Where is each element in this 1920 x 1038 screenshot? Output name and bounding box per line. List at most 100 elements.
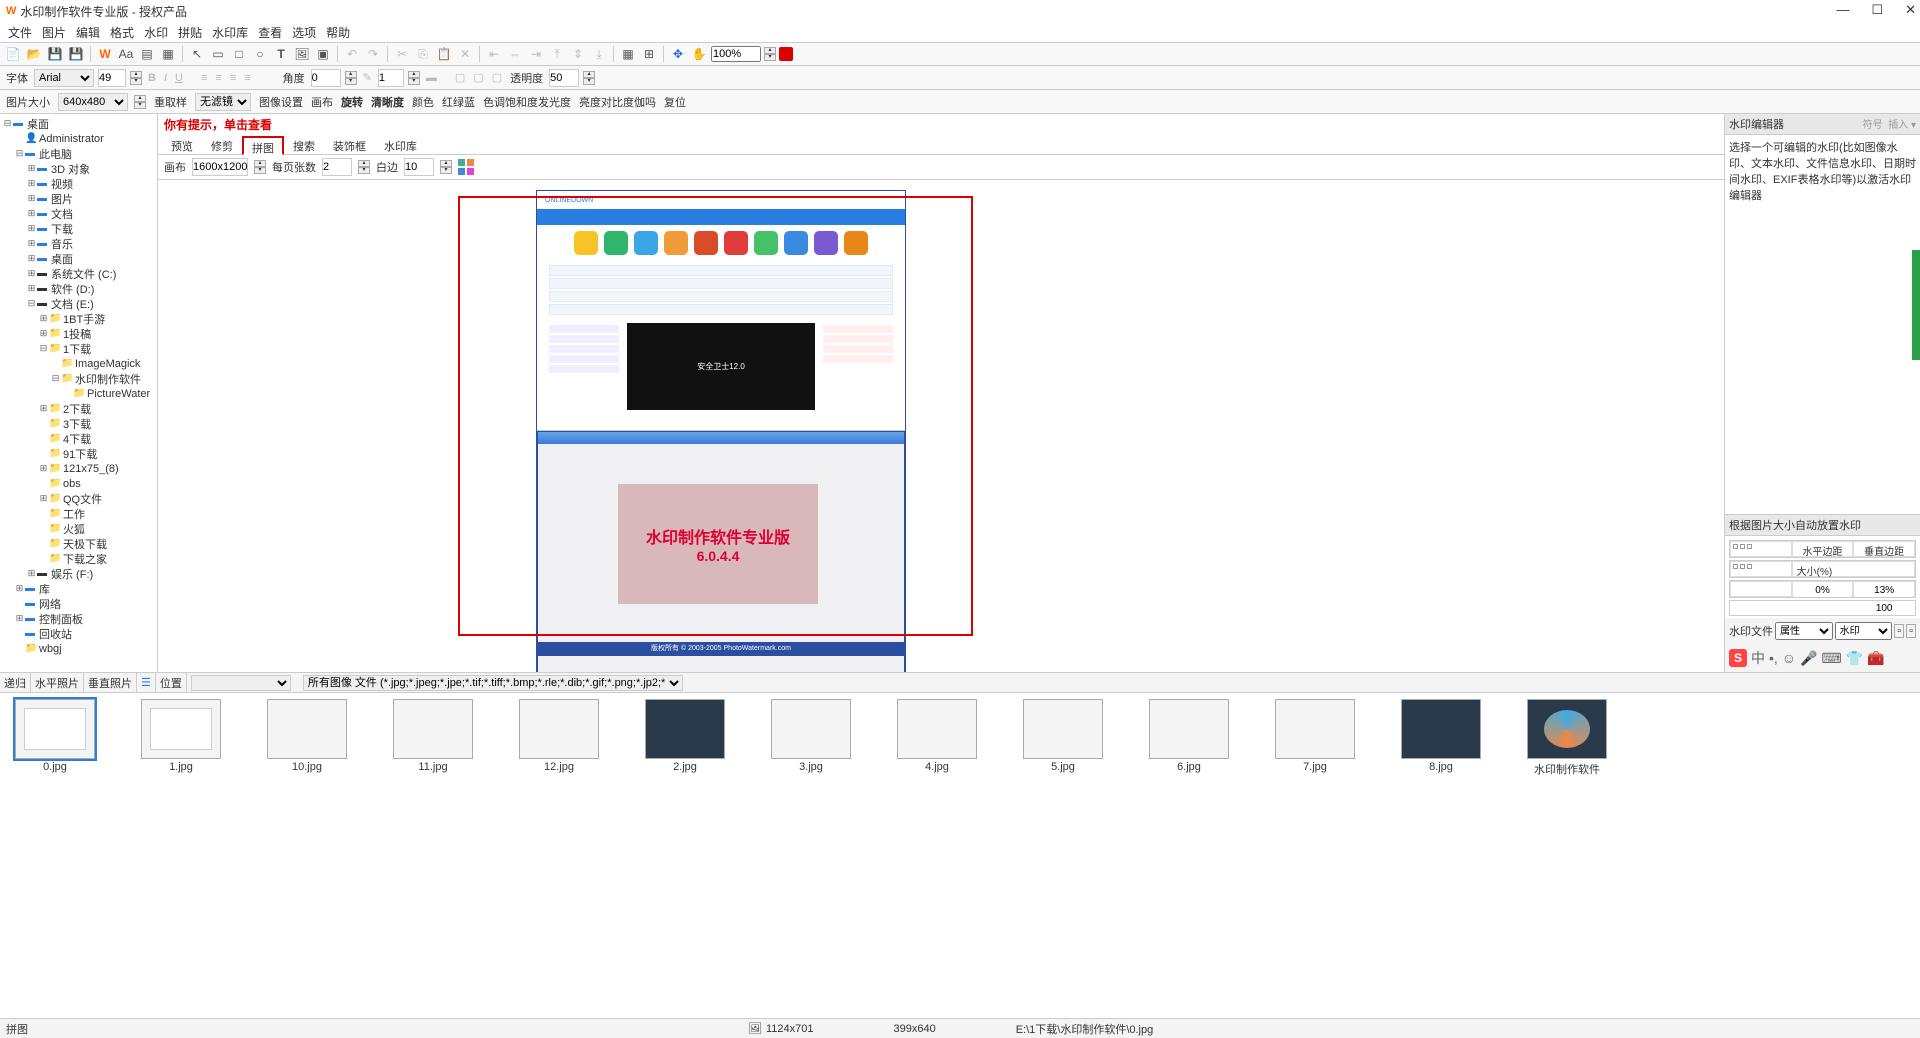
tree-node[interactable]: 📁obs [2,476,155,491]
tree-node[interactable]: 📁3下载 [2,416,155,431]
angle-spinner[interactable]: ▴▾ [345,71,357,85]
align-m-icon[interactable]: ⇕ [569,45,587,63]
pointer-icon[interactable]: ↖ [188,45,206,63]
viewtab-拼图[interactable]: 拼图 [242,136,284,155]
angle-input[interactable] [311,69,341,87]
close-button[interactable]: ✕ [1905,2,1916,18]
ime-emoji-icon[interactable]: ☺ [1782,650,1796,666]
tree-node[interactable]: ⊞▬软件 (D:) [2,281,155,296]
new-icon[interactable]: 📄 [4,45,22,63]
tree-node[interactable]: ⊟📁水印制作软件 [2,371,155,386]
canvas-spinner[interactable]: ▴▾ [254,160,266,174]
imgtb-1[interactable]: 画布 [309,97,335,109]
vmargin-input[interactable] [1855,583,1913,597]
table-icon[interactable]: ▣ [314,45,332,63]
fontsize-spinner[interactable]: ▴▾ [130,71,142,85]
tree-node[interactable]: ▬网络 [2,596,155,611]
tree-node[interactable]: ▬回收站 [2,626,155,641]
tree-node[interactable]: ⊞▬控制面板 [2,611,155,626]
tree-node[interactable]: 📁天极下载 [2,536,155,551]
copy-icon[interactable]: ⎘ [414,45,432,63]
stroke-spinner[interactable]: ▴▾ [408,71,420,85]
tree-node[interactable]: ⊞📁1投稿 [2,326,155,341]
bold-icon[interactable]: B [146,72,158,84]
shadow2-icon[interactable]: ▢ [471,71,485,84]
imgtb-8[interactable]: 复位 [662,97,688,109]
position-select[interactable] [191,675,291,691]
imgtb-7[interactable]: 亮度对比度伽吗 [577,97,658,109]
wmfile-attr-select[interactable]: 属性 [1775,622,1833,640]
ime-skin-icon[interactable]: 👕 [1846,650,1863,667]
pen-icon[interactable]: ✎ [361,71,374,84]
tree-node[interactable]: 📁ImageMagick [2,356,155,371]
ellipse-icon[interactable]: ○ [251,45,269,63]
menu-选项[interactable]: 选项 [288,24,320,41]
snap-icon[interactable]: ⊞ [640,45,658,63]
move-icon[interactable]: ✥ [669,45,687,63]
tree-node[interactable]: ⊞📁1BT手游 [2,311,155,326]
tree-node[interactable]: 📁工作 [2,506,155,521]
font-select[interactable]: Arial [34,69,94,87]
tree-node[interactable]: ⊞▬文档 [2,206,155,221]
tree-node[interactable]: 📁下载之家 [2,551,155,566]
fontsize-input[interactable] [98,69,126,87]
folder-tree[interactable]: ⊟▬桌面👤Administrator⊟▬此电脑⊞▬3D 对象⊞▬视频⊞▬图片⊞▬… [0,114,158,672]
hmargin-input[interactable] [1794,583,1852,597]
save-icon[interactable]: 💾 [46,45,64,63]
thumbnail[interactable]: 3.jpg [768,699,854,784]
cut-icon[interactable]: ✂ [393,45,411,63]
imgtb-0[interactable]: 图像设置 [257,97,305,109]
align-t-icon[interactable]: ⤒ [548,45,566,63]
fill-icon[interactable]: ▬ [424,72,439,84]
shadow3-icon[interactable]: ▢ [490,71,504,84]
sizepct-input[interactable] [1853,601,1915,615]
imgtb-2[interactable]: 旋转 [339,97,365,109]
align-r-icon[interactable]: ⇥ [527,45,545,63]
ime-punct-icon[interactable]: •, [1769,650,1778,666]
open-icon[interactable]: 📂 [25,45,43,63]
align-b-icon[interactable]: ⤓ [590,45,608,63]
align-l-icon[interactable]: ⇤ [485,45,503,63]
ime-voice-icon[interactable]: 🎤 [1800,650,1817,667]
tree-node[interactable]: 📁4下载 [2,431,155,446]
opacity-spinner[interactable]: ▴▾ [583,71,595,85]
stroke-input[interactable] [378,69,404,87]
tree-node[interactable]: ⊞▬库 [2,581,155,596]
tree-node[interactable]: ⊞▬音乐 [2,236,155,251]
thumbnail[interactable]: 8.jpg [1398,699,1484,784]
maximize-button[interactable]: ☐ [1871,2,1883,18]
shadow1-icon[interactable]: ▢ [453,71,467,84]
saveas-icon[interactable]: 💾 [67,45,85,63]
crop-icon[interactable]: ▭ [209,45,227,63]
export-icon[interactable]: ▤ [138,45,156,63]
wmfile-btn1[interactable]: ▫ [1894,624,1904,638]
thumbnail[interactable]: 0.jpg [12,699,98,784]
rect-icon[interactable]: □ [230,45,248,63]
panel-handle[interactable] [1912,250,1920,360]
menu-水印[interactable]: 水印 [140,24,172,41]
align-c-icon[interactable]: ⇔ [506,45,524,63]
margin-spinner[interactable]: ▴▾ [440,160,452,174]
underline-icon[interactable]: U [173,72,185,84]
wmfile-wm-select[interactable]: 水印 [1835,622,1893,640]
perpage-spinner[interactable]: ▴▾ [358,160,370,174]
tree-node[interactable]: ⊞▬娱乐 (F:) [2,566,155,581]
tree-node[interactable]: 📁91下载 [2,446,155,461]
layout-grid-icon[interactable] [458,159,474,175]
imgtb-5[interactable]: 红绿蓝 [440,97,477,109]
thumbnail[interactable]: 12.jpg [516,699,602,784]
tree-node[interactable]: ⊞▬3D 对象 [2,161,155,176]
tree-node[interactable]: ⊞📁121x75_(8) [2,461,155,476]
grid-icon[interactable]: ▦ [619,45,637,63]
thumbnail[interactable]: 10.jpg [264,699,350,784]
canvas-area[interactable]: 拼图 ONLINEDOWN [158,180,1724,672]
record-icon[interactable] [779,47,793,61]
perpage-input[interactable] [322,158,352,176]
redo-icon[interactable]: ↷ [364,45,382,63]
thumbnail[interactable]: 7.jpg [1272,699,1358,784]
alignr-icon[interactable]: ≡ [228,72,238,84]
thumbnail[interactable]: 1.jpg [138,699,224,784]
wm-icon[interactable]: W [96,45,114,63]
ime-toolbox-icon[interactable]: 🧰 [1867,650,1884,667]
tree-node[interactable]: ⊟▬文档 (E:) [2,296,155,311]
